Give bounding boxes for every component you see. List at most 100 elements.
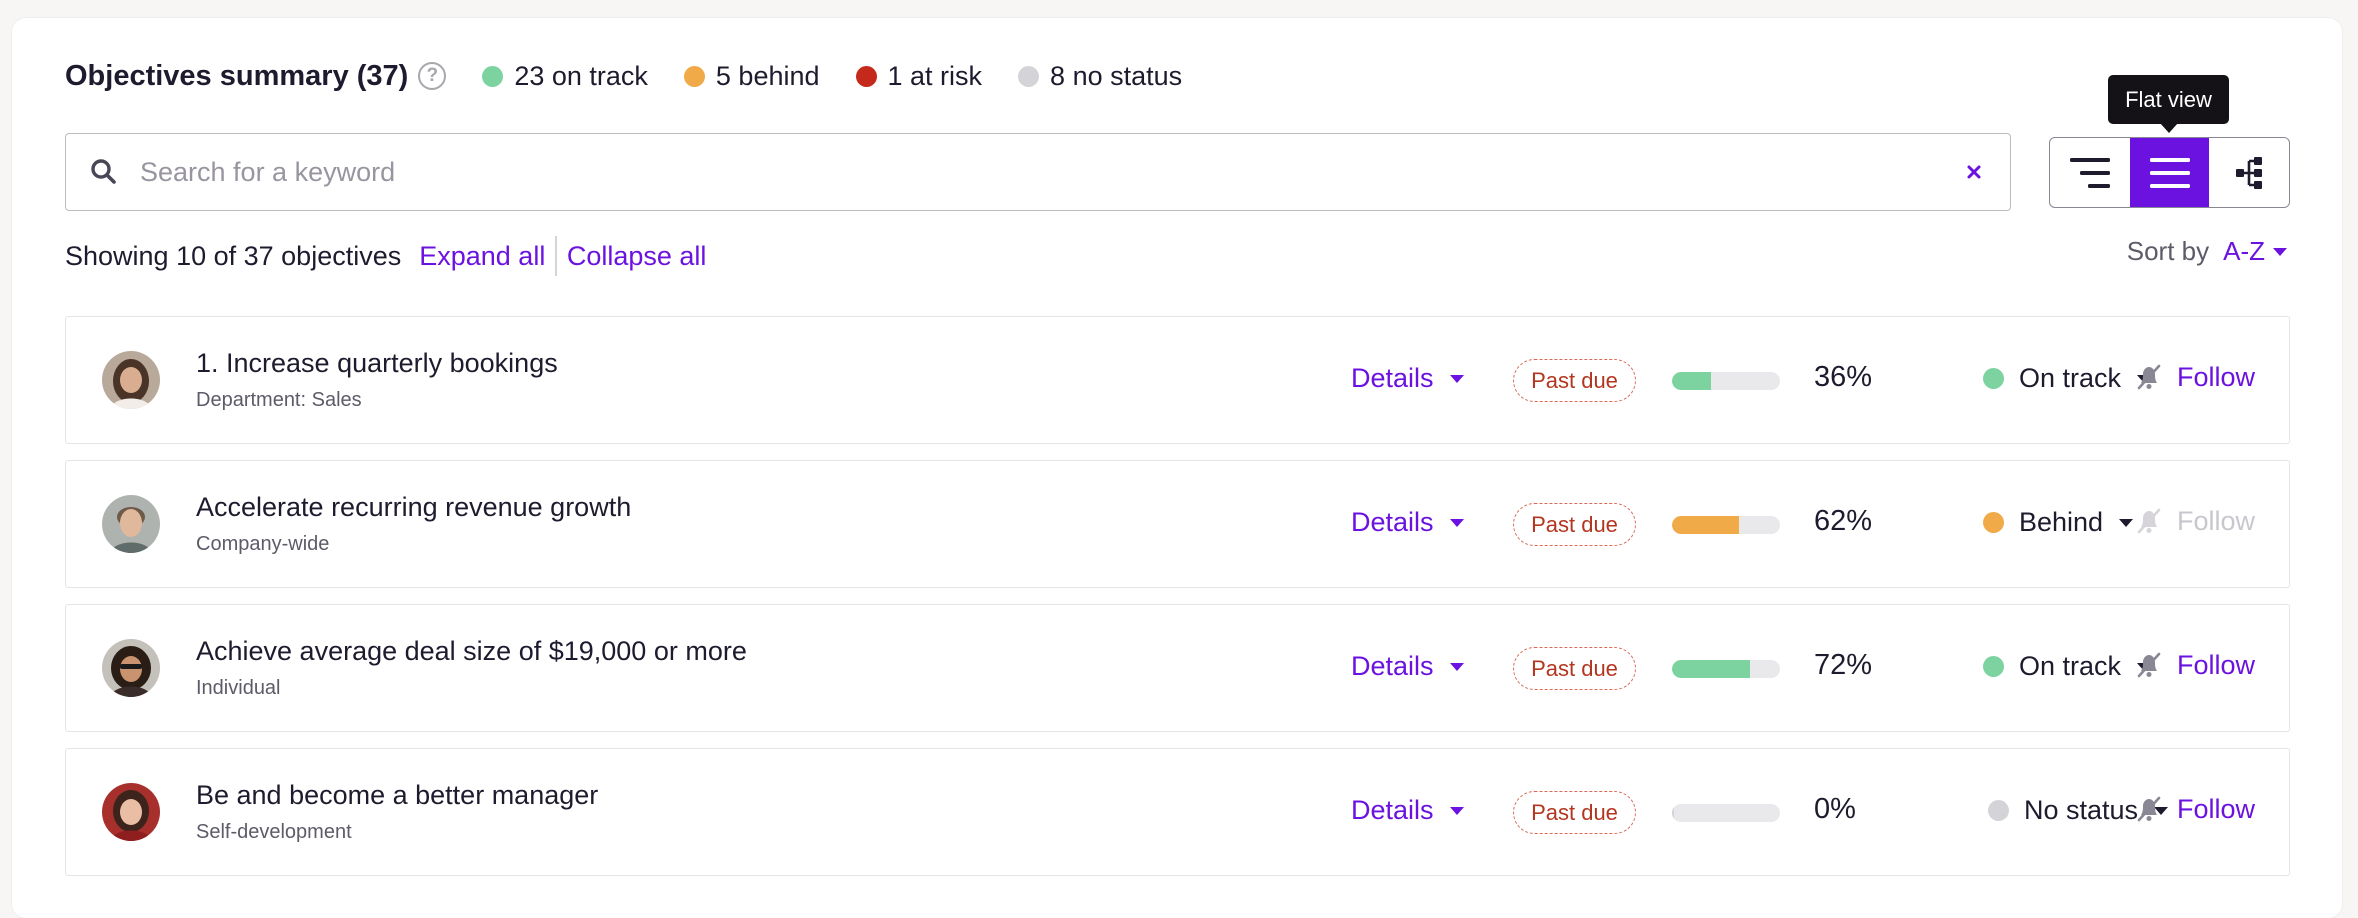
- status-dropdown[interactable]: On track: [1983, 651, 2153, 682]
- details-dropdown[interactable]: Details: [1351, 651, 1466, 682]
- progress-percent: 62%: [1814, 505, 1873, 537]
- flat-list-icon: [2149, 157, 2190, 188]
- avatar: [102, 351, 160, 409]
- progress-percent: 72%: [1814, 649, 1873, 681]
- count-on-track: 23 on track: [482, 61, 648, 92]
- at-risk-dot-icon: [855, 65, 877, 87]
- progress-fill: [1672, 804, 1675, 822]
- avatar: [102, 639, 160, 697]
- status-dot-icon: [1983, 512, 2004, 533]
- past-due-badge: Past due: [1513, 359, 1636, 402]
- objective-row[interactable]: 1. Increase quarterly bookings Departmen…: [65, 316, 2290, 444]
- showing-count: Showing 10 of 37 objectives: [65, 240, 402, 271]
- objective-subtitle: Company-wide: [196, 533, 330, 555]
- collapse-all-link[interactable]: Collapse all: [567, 241, 707, 272]
- details-dropdown[interactable]: Details: [1351, 795, 1466, 826]
- progress-fill: [1672, 372, 1711, 390]
- caret-down-icon: [2273, 247, 2287, 256]
- summary-title: Objectives summary (37): [65, 59, 409, 92]
- count-behind: 5 behind: [683, 60, 820, 92]
- objective-subtitle: Self-development: [196, 821, 352, 843]
- list-controls: Showing 10 of 37 objectives Expand all C…: [65, 236, 707, 276]
- expand-all-link[interactable]: Expand all: [419, 241, 545, 272]
- details-label: Details: [1351, 795, 1434, 825]
- tree-view-button[interactable]: [2050, 138, 2130, 207]
- objective-row[interactable]: Achieve average deal size of $19,000 or …: [65, 604, 2290, 732]
- count-no-status: 8 no status: [1018, 61, 1182, 92]
- progress-percent: 0%: [1814, 793, 1856, 825]
- progress-percent: 36%: [1814, 361, 1873, 393]
- details-label: Details: [1351, 507, 1434, 537]
- clear-search-icon[interactable]: [1960, 158, 1988, 186]
- progress-fill: [1672, 660, 1750, 678]
- avatar: [102, 783, 160, 841]
- progress-bar: [1672, 516, 1780, 534]
- bell-off-icon: [2137, 796, 2161, 822]
- avatar: [102, 495, 160, 553]
- status-dot-icon: [1983, 656, 2004, 677]
- details-label: Details: [1351, 651, 1434, 681]
- objective-title[interactable]: Be and become a better manager: [196, 780, 598, 811]
- details-dropdown[interactable]: Details: [1351, 363, 1466, 394]
- view-toggle: [2049, 137, 2290, 208]
- hierarchy-view-button[interactable]: [2209, 138, 2289, 207]
- follow-label: Follow: [2177, 361, 2256, 392]
- progress-bar: [1672, 804, 1780, 822]
- status-label: On track: [2019, 651, 2122, 681]
- follow-label: Follow: [2177, 649, 2256, 680]
- follow-button[interactable]: Follow: [2133, 505, 2255, 537]
- no-status-dot-icon: [1018, 65, 1040, 87]
- hierarchy-icon: [2236, 156, 2263, 189]
- on-track-dot-icon: [482, 65, 504, 87]
- status-label: No status: [2024, 795, 2139, 825]
- status-dot-icon: [1983, 368, 2004, 389]
- count-label: 23 on track: [514, 60, 648, 91]
- indented-list-icon: [2069, 157, 2110, 188]
- count-at-risk: 1 at risk: [855, 61, 982, 92]
- help-icon[interactable]: ?: [418, 62, 447, 90]
- objective-subtitle: Department: Sales: [196, 389, 362, 411]
- follow-label: Follow: [2177, 793, 2256, 824]
- search-box: [65, 133, 2011, 211]
- bell-off-icon: [2137, 652, 2161, 678]
- bell-off-icon: [2137, 364, 2161, 390]
- divider: [555, 236, 557, 276]
- follow-button[interactable]: Follow: [2133, 361, 2255, 393]
- details-dropdown[interactable]: Details: [1351, 507, 1466, 538]
- objective-title[interactable]: 1. Increase quarterly bookings: [196, 348, 558, 379]
- sort-value: A-Z: [2223, 236, 2265, 266]
- flat-view-button[interactable]: [2129, 138, 2210, 207]
- objective-row[interactable]: Be and become a better manager Self-deve…: [65, 748, 2290, 876]
- follow-button[interactable]: Follow: [2133, 793, 2255, 825]
- sort-label: Sort by: [2126, 236, 2210, 266]
- progress-bar: [1672, 660, 1780, 678]
- objective-title[interactable]: Accelerate recurring revenue growth: [196, 492, 631, 523]
- status-dropdown[interactable]: On track: [1983, 363, 2153, 394]
- search-icon: [91, 159, 116, 184]
- follow-button[interactable]: Follow: [2133, 649, 2255, 681]
- status-label: Behind: [2019, 507, 2104, 537]
- sort-dropdown[interactable]: A-Z: [2223, 236, 2289, 267]
- follow-label: Follow: [2177, 505, 2256, 536]
- sort-control: Sort by A-Z: [2127, 236, 2289, 267]
- status-dot-icon: [1988, 800, 2009, 821]
- count-label: 8 no status: [1050, 60, 1183, 91]
- objective-title[interactable]: Achieve average deal size of $19,000 or …: [196, 636, 747, 667]
- past-due-badge: Past due: [1513, 791, 1636, 834]
- caret-down-icon: [1449, 518, 1464, 527]
- caret-down-icon: [1449, 662, 1464, 671]
- search-input[interactable]: [138, 155, 1922, 189]
- behind-dot-icon: [683, 65, 705, 87]
- past-due-badge: Past due: [1513, 647, 1636, 690]
- objectives-summary: Objectives summary (37) ? 23 on track 5 …: [65, 56, 1182, 96]
- past-due-badge: Past due: [1513, 503, 1636, 546]
- status-label: On track: [2019, 363, 2122, 393]
- progress-bar: [1672, 372, 1780, 390]
- objective-subtitle: Individual: [196, 677, 281, 699]
- flat-view-tooltip: Flat view: [2108, 75, 2229, 133]
- status-dropdown[interactable]: Behind: [1983, 507, 2135, 538]
- objective-row[interactable]: Accelerate recurring revenue growth Comp…: [65, 460, 2290, 588]
- caret-down-icon: [1449, 806, 1464, 815]
- count-label: 5 behind: [715, 60, 820, 91]
- caret-down-icon: [1449, 374, 1464, 383]
